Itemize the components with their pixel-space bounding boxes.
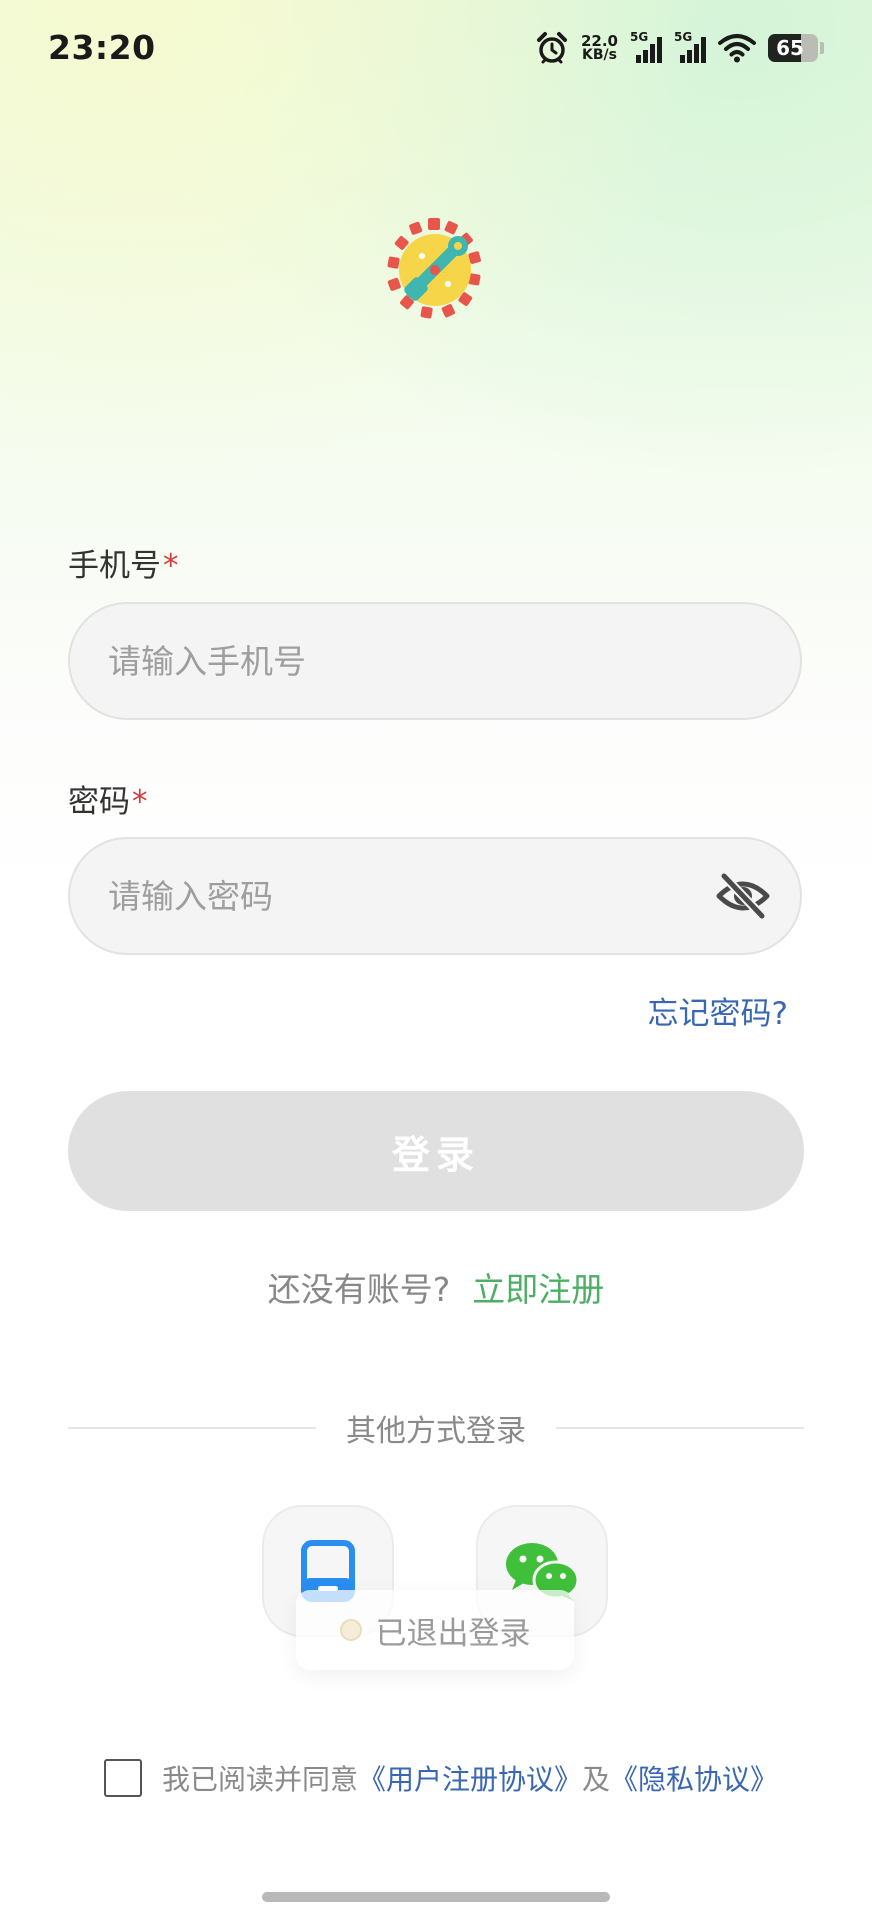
forgot-password-link[interactable]: 忘记密码? — [648, 988, 788, 1033]
required-mark: * — [132, 784, 148, 820]
phone-label: 手机号* — [68, 540, 179, 585]
password-input-box[interactable] — [68, 837, 802, 955]
battery-level: 65 — [776, 36, 804, 60]
alarm-icon — [536, 32, 567, 64]
wifi-icon — [718, 34, 756, 63]
user-agreement-link[interactable]: 《用户注册协议》 — [358, 1758, 582, 1798]
phone-input[interactable] — [108, 604, 728, 718]
divider-line-right — [556, 1427, 804, 1429]
other-login-divider: 其他方式登录 — [68, 1405, 804, 1451]
phone-label-text: 手机号 — [68, 548, 161, 584]
toast: 已退出登录 — [296, 1590, 574, 1670]
toast-message: 已退出登录 — [375, 1615, 531, 1652]
required-mark: * — [163, 548, 179, 584]
network-speed-unit: KB/s — [582, 47, 617, 63]
password-label-text: 密码 — [68, 784, 130, 820]
register-row: 还没有账号? 立即注册 — [0, 1263, 872, 1311]
battery-icon: 65 — [768, 34, 818, 62]
register-question: 还没有账号? — [267, 1270, 451, 1309]
toast-app-icon — [339, 1619, 362, 1641]
signal-icon: 5G — [630, 31, 662, 65]
password-input[interactable] — [108, 839, 728, 953]
home-indicator[interactable] — [262, 1892, 610, 1902]
login-button[interactable]: 登录 — [68, 1091, 804, 1211]
password-label: 密码* — [68, 776, 148, 821]
register-link[interactable]: 立即注册 — [472, 1270, 604, 1309]
phone-input-box[interactable] — [68, 602, 802, 720]
status-bar: 23:20 22.0 KB/s 5G 5G 65 — [0, 0, 872, 96]
status-time: 23:20 — [48, 28, 156, 67]
agreement-checkbox[interactable] — [104, 1759, 142, 1797]
divider-line-left — [68, 1427, 316, 1429]
agreement-conjunction: 及 — [582, 1763, 611, 1796]
network-speed: 22.0 KB/s — [580, 32, 618, 63]
agreement-row: 我已阅读并同意 《用户注册协议》及《隐私协议》 — [104, 1756, 778, 1800]
privacy-agreement-link[interactable]: 《隐私协议》 — [610, 1758, 778, 1798]
other-login-title: 其他方式登录 — [346, 1414, 526, 1449]
battery-tip — [820, 42, 824, 54]
network-speed-value: 22.0 — [580, 32, 618, 50]
eye-off-icon[interactable] — [716, 870, 770, 922]
agreement-prefix: 我已阅读并同意 — [162, 1763, 359, 1796]
status-icons: 22.0 KB/s 5G 5G 65 — [535, 28, 824, 68]
app-logo — [387, 218, 481, 319]
signal-icon: 5G — [674, 31, 706, 65]
